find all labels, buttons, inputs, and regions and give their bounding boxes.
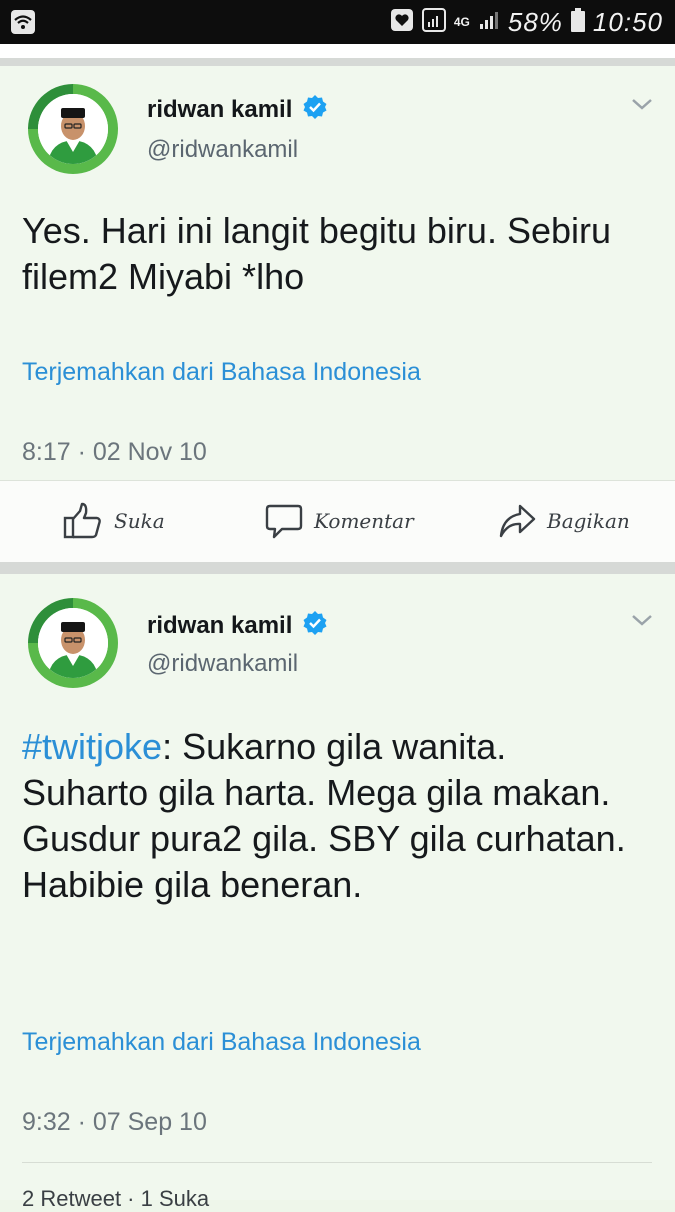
battery-percent: 58% (507, 6, 563, 37)
share-button[interactable]: Bagikan (497, 501, 630, 541)
phone-signal-icon (421, 7, 446, 37)
comment-label: Komentar (314, 509, 414, 533)
chevron-down-icon[interactable] (630, 96, 654, 117)
verified-badge-icon (302, 610, 328, 641)
username[interactable]: @ridwankamil (147, 650, 298, 678)
comment-button[interactable]: Komentar (264, 501, 414, 541)
share-arrow-icon (499, 504, 536, 538)
tweet-card-1[interactable]: ridwan kamil @ridwankamil Yes. Hari ini … (0, 66, 675, 480)
display-name[interactable]: ridwan kamil (147, 96, 292, 124)
share-label: Bagikan (547, 509, 630, 533)
translate-link[interactable]: Terjemahkan dari Bahasa Indonesia (22, 358, 421, 387)
display-name[interactable]: ridwan kamil (147, 612, 292, 640)
translate-link[interactable]: Terjemahkan dari Bahasa Indonesia (22, 1028, 421, 1057)
cell-signal-icon (478, 9, 500, 36)
battery-icon (570, 7, 585, 37)
like-button[interactable]: Suka (62, 501, 165, 541)
card-separator (0, 562, 675, 574)
comment-bubble-icon (265, 504, 303, 539)
status-bar: 4G 58% 10:50 (0, 0, 675, 44)
tweet-text: #twitjoke: Sukarno gila wanita. Suharto … (22, 724, 642, 908)
notification-heart-icon (390, 8, 414, 37)
username[interactable]: @ridwankamil (147, 136, 298, 164)
tweet-text: Yes. Hari ini langit begitu biru. Sebiru… (22, 210, 612, 297)
tweet-timestamp[interactable]: 8:17 · 02 Nov 10 (22, 438, 207, 467)
like-label: Suka (114, 509, 165, 533)
tweet-timestamp[interactable]: 9:32 · 07 Sep 10 (22, 1108, 207, 1137)
tweet-card-2[interactable]: ridwan kamil @ridwankamil #twitjoke: Suk… (0, 574, 675, 1200)
divider (22, 1162, 652, 1163)
chevron-down-icon[interactable] (630, 612, 654, 633)
retweet-like-counts[interactable]: 2 Retweet · 1 Suka (22, 1186, 209, 1212)
action-bar: Suka Komentar Bagikan (0, 480, 675, 563)
network-type: 4G (453, 14, 470, 29)
clock-time: 10:50 (592, 6, 663, 37)
wifi-icon (10, 9, 36, 40)
thumbs-up-icon (63, 502, 101, 539)
hashtag-link[interactable]: #twitjoke (22, 726, 162, 767)
verified-badge-icon (302, 94, 328, 125)
avatar[interactable] (28, 598, 118, 688)
top-separator (0, 58, 675, 66)
profile-photo (38, 94, 108, 164)
profile-photo (38, 608, 108, 678)
avatar[interactable] (28, 84, 118, 174)
